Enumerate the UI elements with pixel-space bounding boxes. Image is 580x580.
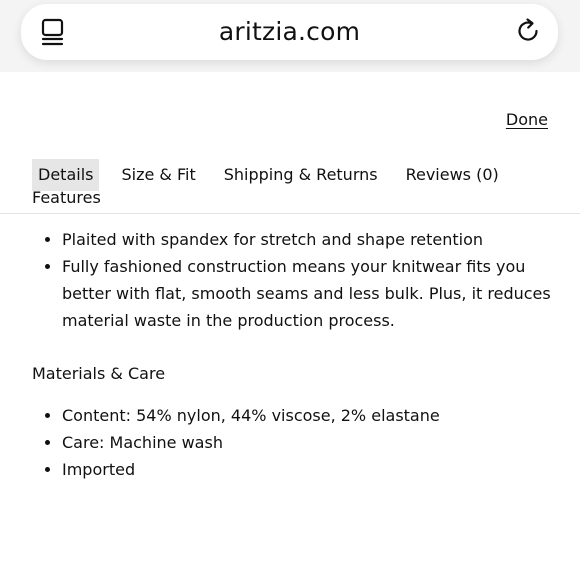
- list-item: Plaited with spandex for stretch and sha…: [32, 226, 552, 253]
- done-button[interactable]: Done: [506, 110, 548, 129]
- materials-care-list: Content: 54% nylon, 44% viscose, 2% elas…: [32, 402, 552, 483]
- tab-size-fit[interactable]: Size & Fit: [115, 159, 201, 191]
- tab-details[interactable]: Details: [32, 159, 100, 191]
- tab-reviews[interactable]: Reviews (0): [400, 159, 505, 191]
- features-title: Features: [32, 188, 101, 207]
- tab-shipping-returns[interactable]: Shipping & Returns: [218, 159, 384, 191]
- list-item: Fully fashioned construction means your …: [32, 253, 552, 334]
- details-content: Features Plaited with spandex for stretc…: [32, 188, 552, 483]
- list-item: Imported: [32, 456, 552, 483]
- details-tabs: Details Size & Fit Shipping & Returns Re…: [32, 159, 521, 191]
- address-bar[interactable]: aritzia.com: [21, 4, 558, 60]
- features-list: Plaited with spandex for stretch and sha…: [32, 226, 552, 334]
- list-item: Content: 54% nylon, 44% viscose, 2% elas…: [32, 402, 552, 429]
- reload-icon[interactable]: [514, 17, 542, 45]
- url-text[interactable]: aritzia.com: [21, 17, 558, 46]
- materials-care-title: Materials & Care: [32, 364, 166, 383]
- browser-top-area: aritzia.com: [0, 0, 580, 72]
- list-item: Care: Machine wash: [32, 429, 552, 456]
